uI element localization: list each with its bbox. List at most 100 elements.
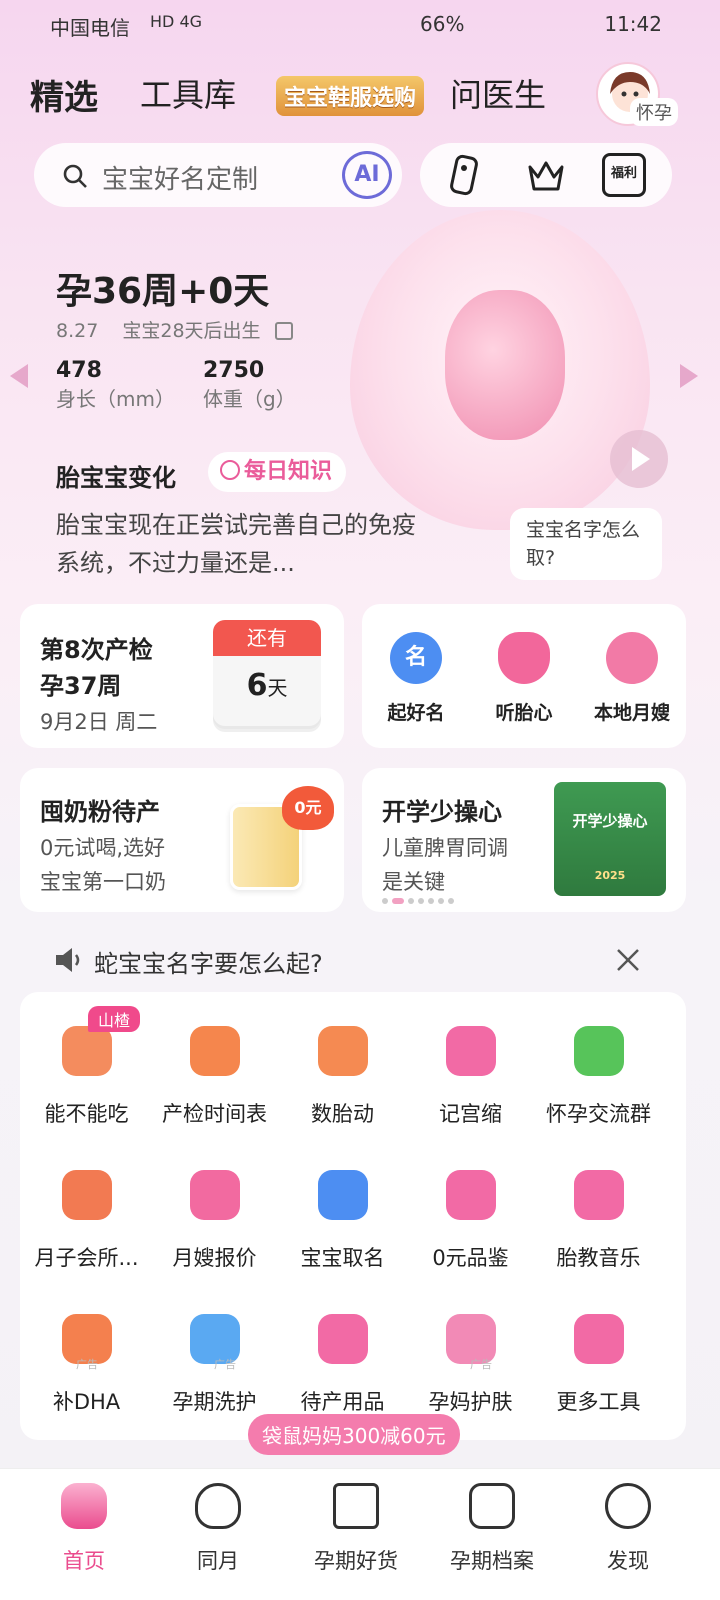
- tool-label: 孕期洗护: [172, 1390, 257, 1414]
- tool-hospital-bag[interactable]: 待产用品: [276, 1314, 409, 1416]
- tool-fetal-movement[interactable]: 数胎动: [276, 1026, 409, 1128]
- play-button[interactable]: [610, 430, 668, 488]
- contraction-icon: [445, 1026, 496, 1076]
- more-tools-icon: [573, 1314, 624, 1364]
- nav-records-label: 孕期档案: [450, 1549, 534, 1573]
- notice-text: 蛇宝宝名字要怎么起?: [94, 950, 323, 978]
- bottom-nav: 首页 同月 孕期好货 孕期档案 发现: [0, 1468, 720, 1600]
- baby-name-bubble[interactable]: 宝宝名字怎么取?: [510, 508, 662, 580]
- countdown-calendar: 还有 6天: [213, 620, 321, 726]
- carousel-dots: [382, 898, 462, 904]
- fetus-change-text[interactable]: 胎宝宝现在正尝试完善自己的免疫系统，不过力量还是...: [56, 506, 426, 582]
- due-info[interactable]: 8.27 宝宝28天后出生: [56, 316, 293, 343]
- calendar-days-number: 6: [246, 668, 268, 703]
- tool-nanny-price[interactable]: 月嫂报价: [148, 1170, 281, 1272]
- daily-knowledge-button[interactable]: 每日知识: [208, 452, 347, 492]
- tool-label: 胎教音乐: [556, 1246, 641, 1270]
- nav-same-month[interactable]: 同月: [146, 1479, 290, 1575]
- status-bar: 中国电信 HD 4G 66% 11:42: [0, 0, 720, 48]
- tool-label: 记宫缩: [439, 1102, 502, 1126]
- tab-featured[interactable]: 精选: [30, 70, 98, 119]
- quick-label: 听胎心: [495, 702, 553, 724]
- tool-confinement-center[interactable]: 月子会所...: [20, 1170, 153, 1272]
- nav-home[interactable]: 首页: [12, 1479, 156, 1575]
- search-placeholder: 宝宝好名定制: [102, 165, 259, 195]
- banner-year: 2025: [594, 869, 626, 882]
- weight-value: 2750: [203, 358, 265, 383]
- due-date: 8.27: [56, 320, 99, 342]
- home-icon: [61, 1483, 107, 1529]
- tool-more-tools[interactable]: 更多工具: [532, 1314, 665, 1416]
- name-icon: 名: [390, 632, 442, 684]
- coupon-banner[interactable]: 袋鼠妈妈300减60元: [248, 1414, 460, 1455]
- quick-label: 起好名: [387, 702, 445, 724]
- tool-label: 数胎动: [311, 1102, 374, 1126]
- nanny-price-icon: [189, 1170, 240, 1220]
- pregnancy-week: 孕36周+0天: [56, 271, 270, 312]
- checkup-schedule-icon: [189, 1026, 240, 1076]
- length-stat: 478 身长（mm）: [56, 358, 175, 412]
- prev-week-arrow[interactable]: [10, 364, 28, 388]
- edit-icon[interactable]: [274, 322, 293, 340]
- nanny-icon: [606, 632, 658, 684]
- ai-button[interactable]: AI: [342, 151, 392, 199]
- school-promo-sub2: 是关键: [382, 870, 445, 894]
- zero-price-badge: 0元: [282, 786, 334, 830]
- hawthorn-badge: 山楂: [88, 1006, 141, 1032]
- search-icon: [63, 164, 87, 188]
- checkup-date: 9月2日 周二: [40, 710, 158, 734]
- quick-local-nanny[interactable]: 本地月嫂: [582, 604, 682, 725]
- promo-tab-baby-clothes[interactable]: 宝宝鞋服选购: [276, 76, 425, 116]
- phone-device-icon[interactable]: [442, 153, 486, 197]
- quick-fetal-heart[interactable]: 听胎心: [474, 604, 574, 725]
- prenatal-music-icon: [573, 1170, 624, 1220]
- tool-label: 更多工具: [556, 1390, 641, 1414]
- next-week-arrow[interactable]: [680, 364, 698, 388]
- milk-powder-card[interactable]: 囤奶粉待产 0元试喝,选好 宝宝第一口奶 0元: [20, 768, 344, 912]
- nav-home-label: 首页: [63, 1549, 105, 1573]
- checkup-week: 孕37周: [40, 672, 122, 700]
- nav-discover[interactable]: 发现: [556, 1479, 700, 1575]
- pregnancy-group-icon: [573, 1026, 624, 1076]
- nav-records[interactable]: 孕期档案: [420, 1479, 564, 1575]
- tool-checkup-schedule[interactable]: 产检时间表: [148, 1026, 281, 1128]
- daily-knowledge-label: 每日知识: [244, 459, 333, 484]
- tool-free-tasting[interactable]: 0元品鉴: [404, 1170, 537, 1272]
- planet-icon: [605, 1483, 651, 1529]
- search-bar[interactable]: 宝宝好名定制 AI: [34, 143, 402, 207]
- school-promo-banner: 开学少操心 2025: [554, 782, 666, 896]
- welfare-calendar-icon[interactable]: 福利: [602, 153, 646, 197]
- quick-good-name[interactable]: 名 起好名: [366, 604, 466, 725]
- weight-label: 体重（g）: [203, 387, 296, 411]
- tool-food-check[interactable]: 能不能吃: [20, 1026, 153, 1128]
- length-label: 身长（mm）: [56, 387, 175, 411]
- tool-contraction[interactable]: 记宫缩: [404, 1026, 537, 1128]
- play-circle-icon: [220, 460, 240, 480]
- confinement-center-icon: [61, 1170, 112, 1220]
- baby-naming-icon: [317, 1170, 368, 1220]
- tool-pregnancy-group[interactable]: 怀孕交流群: [532, 1026, 665, 1128]
- nav-discover-label: 发现: [607, 1549, 649, 1573]
- hospital-bag-icon: [317, 1314, 368, 1364]
- milk-powder-sub2: 宝宝第一口奶: [40, 870, 166, 894]
- carrier-label: 中国电信: [50, 16, 130, 40]
- crown-icon[interactable]: [524, 153, 568, 197]
- heartbeat-icon: [498, 632, 550, 684]
- nav-goods-label: 孕期好货: [314, 1549, 398, 1573]
- record-card-icon: [469, 1483, 515, 1529]
- banner-title: 开学少操心: [572, 812, 648, 830]
- tool-label: 孕妈护肤: [428, 1390, 513, 1414]
- tool-prenatal-music[interactable]: 胎教音乐: [532, 1170, 665, 1272]
- nav-goods[interactable]: 孕期好货: [284, 1479, 428, 1575]
- tab-ask-doctor[interactable]: 问医生: [450, 70, 546, 116]
- notice-bar[interactable]: 蛇宝宝名字要怎么起?: [34, 930, 684, 990]
- ad-label: 广告: [214, 1358, 236, 1371]
- close-icon[interactable]: [616, 948, 640, 972]
- tab-toolbox[interactable]: 工具库: [140, 70, 236, 116]
- food-check-icon: [61, 1026, 112, 1076]
- ad-label: 广告: [76, 1358, 98, 1371]
- tool-label: 能不能吃: [44, 1102, 129, 1126]
- school-promo-card[interactable]: 开学少操心 儿童脾胃同调 是关键 开学少操心 2025: [362, 768, 686, 912]
- tool-baby-naming[interactable]: 宝宝取名: [276, 1170, 409, 1272]
- fetus-image: [445, 290, 565, 440]
